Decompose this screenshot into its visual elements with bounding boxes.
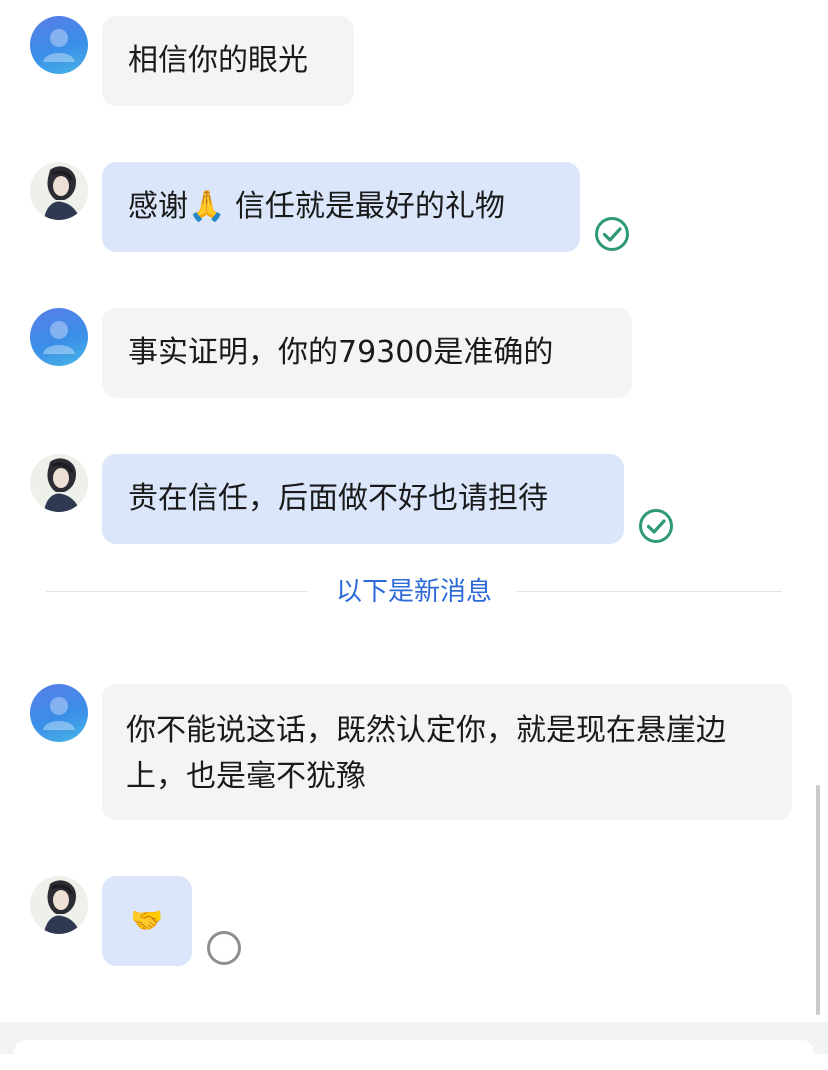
default-user-icon — [43, 29, 75, 62]
message-input[interactable] — [14, 1040, 814, 1070]
photo-avatar-icon — [30, 454, 88, 512]
message-bubble[interactable]: 感谢🙏 信任就是最好的礼物 — [102, 162, 580, 252]
pending-circle-icon — [207, 931, 241, 965]
default-user-icon — [43, 321, 75, 354]
check-circle-icon — [595, 217, 629, 251]
message-bubble[interactable]: 你不能说这话，既然认定你，就是现在悬崖边上，也是毫不犹豫 — [102, 684, 792, 820]
divider-line-right — [516, 591, 782, 592]
message-text: 贵在信任，后面做不好也请担待 — [128, 481, 548, 516]
default-user-icon — [43, 697, 75, 730]
message-bubble[interactable]: 贵在信任，后面做不好也请担待 — [102, 454, 624, 544]
photo-avatar-icon — [30, 876, 88, 934]
contact-avatar[interactable] — [30, 308, 88, 366]
my-avatar[interactable] — [30, 162, 88, 220]
message-text: 你不能说这话，既然认定你，就是现在悬崖边上，也是毫不犹豫 — [126, 713, 726, 794]
divider-label: 以下是新消息 — [335, 577, 492, 607]
message-text: 🤝 — [130, 906, 164, 936]
photo-avatar-icon — [30, 162, 88, 220]
message-bubble[interactable]: 事实证明，你的79300是准确的 — [102, 308, 632, 398]
new-messages-divider: 以下是新消息 — [0, 570, 828, 614]
my-avatar[interactable] — [30, 454, 88, 512]
scrollbar[interactable] — [816, 785, 820, 1015]
my-avatar[interactable] — [30, 876, 88, 934]
message-bubble[interactable]: 相信你的眼光 — [102, 16, 354, 106]
check-circle-icon — [639, 509, 673, 543]
message-text: 感谢🙏 信任就是最好的礼物 — [128, 189, 505, 224]
contact-avatar[interactable] — [30, 16, 88, 74]
message-bubble[interactable]: 🤝 — [102, 876, 192, 966]
message-text: 相信你的眼光 — [128, 43, 308, 78]
message-text: 事实证明，你的79300是准确的 — [128, 335, 554, 370]
contact-avatar[interactable] — [30, 684, 88, 742]
